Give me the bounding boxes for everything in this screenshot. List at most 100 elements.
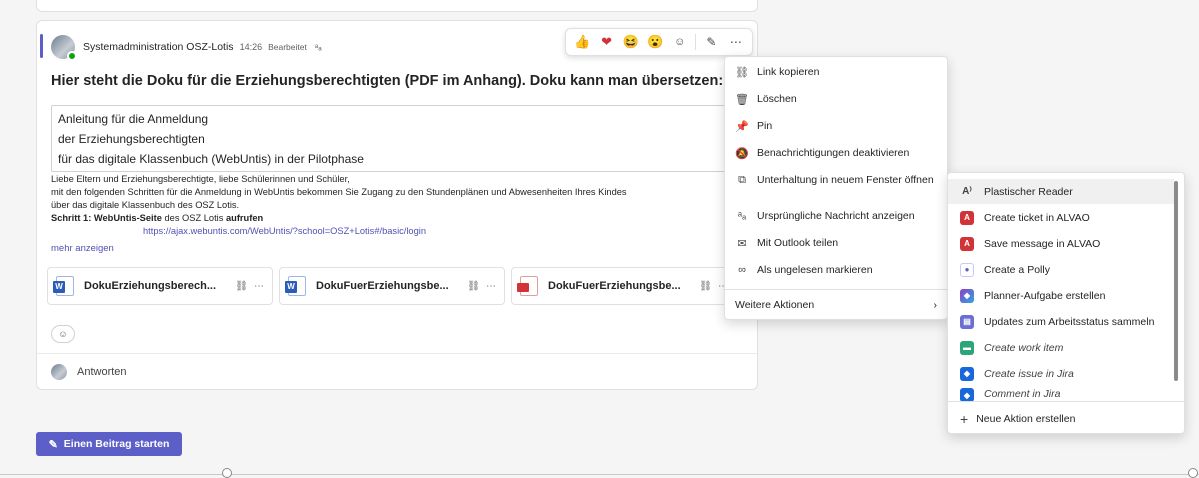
add-reaction-button[interactable]: ☺ [51, 325, 75, 343]
body-line: Liebe Eltern und Erziehungsberechtigte, … [51, 174, 350, 184]
quote-line: Anleitung für die Anmeldung [58, 112, 209, 126]
attachment-more-icon[interactable]: ⋯ [486, 281, 496, 292]
attachment-name: DokuFuerErziehungsbe... [548, 280, 681, 292]
menu-item-delete[interactable]: 🗑 Löschen [725, 86, 947, 112]
updates-icon: ▤ [960, 314, 974, 329]
quote-line: für das digitale Klassenbuch (WebUntis) … [58, 152, 364, 166]
create-new-action-button[interactable]: + Neue Aktion erstellen [948, 406, 1184, 431]
toolbar-divider [695, 34, 697, 50]
laugh-reaction-icon[interactable]: 😆 [622, 33, 640, 51]
attachment-card[interactable]: DokuFuerErziehungsbe... ⛓ ⋯ [279, 267, 505, 305]
menu-item-open-new-window[interactable]: ⧉ Unterhaltung in neuem Fenster öffnen [725, 167, 947, 193]
action-create-work-item[interactable]: ▬ Create work item [948, 335, 1174, 360]
copy-link-icon[interactable]: ⛓ [235, 281, 248, 292]
action-status-updates[interactable]: ▤ Updates zum Arbeitsstatus sammeln [948, 309, 1174, 334]
action-jira-comment[interactable]: ◆ Comment in Jira [948, 385, 1174, 401]
pdf-file-icon [517, 276, 538, 296]
menu-item-more-actions[interactable]: Weitere Aktionen › [725, 292, 947, 318]
post-subject: Hier steht die Doku für die Erziehungsbe… [51, 73, 724, 89]
action-planner-task[interactable]: ◆ Planner-Aufgabe erstellen [948, 283, 1174, 308]
compose-icon: ✎ [48, 438, 58, 451]
step-text: des OSZ Lotis [161, 213, 226, 223]
open-window-icon: ⧉ [738, 173, 746, 186]
like-reaction-icon[interactable]: 👍 [573, 33, 591, 51]
body-line: mit den folgenden Schritten für die Anme… [51, 187, 627, 197]
menu-item-share-outlook[interactable]: ✉ Mit Outlook teilen [725, 230, 947, 256]
chevron-right-icon: › [933, 299, 938, 311]
copy-link-icon[interactable]: ⛓ [699, 281, 712, 292]
menu-item-copy-link[interactable]: ⛓ Link kopieren [725, 59, 947, 85]
resize-handle[interactable] [222, 468, 232, 478]
plus-icon: + [960, 410, 969, 427]
post-body: Liebe Eltern und Erziehungsberechtigte, … [51, 173, 751, 255]
menu-item-mute-notifications[interactable]: 🔕 Benachrichtigungen deaktivieren [725, 140, 947, 166]
action-create-polly[interactable]: ● Create a Polly [948, 257, 1174, 282]
avatar[interactable] [51, 35, 77, 61]
polly-icon: ● [960, 262, 974, 277]
divider [0, 474, 1199, 475]
avatar [51, 364, 67, 380]
heart-reaction-icon[interactable]: ❤ [598, 33, 616, 51]
work-item-icon: ▬ [960, 340, 974, 355]
edit-pencil-icon[interactable]: ✎ [702, 33, 720, 51]
pin-icon: 📌 [735, 120, 749, 133]
menu-item-mark-unread[interactable]: ∞ Als ungelesen markieren [725, 257, 947, 283]
link-icon: ⛓ [735, 66, 749, 79]
trash-icon: 🗑 [735, 93, 749, 106]
jira-icon: ◆ [960, 388, 974, 401]
presence-available-icon [67, 51, 77, 61]
attachment-card[interactable]: DokuFuerErziehungsbe... ⛓ ⋯ [511, 267, 737, 305]
author-name[interactable]: Systemadministration OSZ-Lotis [83, 41, 234, 53]
copy-link-icon[interactable]: ⛓ [467, 281, 480, 292]
glasses-icon: ∞ [738, 264, 746, 276]
menu-item-show-original[interactable]: ᵃₐ Ursprüngliche Nachricht anzeigen [725, 203, 947, 229]
attachments: DokuErziehungsberech... ⛓ ⋯ DokuFuerErzi… [47, 267, 737, 305]
translate-icon: ᵃₐ [737, 210, 747, 222]
channel-post: Systemadministration OSZ-Lotis 14:26 Bea… [36, 20, 758, 390]
word-file-icon [285, 276, 306, 296]
more-options-icon[interactable]: ⋯ [727, 33, 745, 51]
formatted-text-block: Anleitung für die Anmeldung der Erziehun… [51, 105, 751, 172]
divider [37, 353, 757, 354]
resize-handle[interactable] [1188, 468, 1198, 478]
action-create-jira-issue[interactable]: ◆ Create issue in Jira [948, 361, 1174, 386]
menu-item-pin[interactable]: 📌 Pin [725, 113, 947, 139]
more-actions-submenu: A⁾ Plastischer Reader A Create ticket in A… [947, 172, 1185, 434]
divider [725, 289, 947, 290]
step-bold-text: WebUntis-Seite [93, 213, 162, 223]
previous-post-edge [36, 0, 758, 12]
webuntis-link[interactable]: https://ajax.webuntis.com/WebUntis/?scho… [51, 225, 751, 238]
attachment-name: DokuFuerErziehungsbe... [316, 280, 449, 292]
edited-label: Bearbeitet [268, 42, 307, 52]
alvao-icon: A [960, 236, 974, 251]
step-label: Schritt 1: [51, 213, 92, 223]
surprised-reaction-icon[interactable]: 😮 [646, 33, 664, 51]
add-reaction-icon[interactable]: ☺ [671, 33, 689, 51]
mail-icon: ✉ [737, 237, 747, 250]
body-line: über das digitale Klassenbuch des OSZ Lo… [51, 200, 240, 210]
alvao-icon: A [960, 210, 974, 225]
quote-line: der Erziehungsberechtigten [58, 132, 205, 146]
attachment-more-icon[interactable]: ⋯ [254, 281, 264, 292]
start-post-button[interactable]: ✎ Einen Beitrag starten [36, 432, 182, 456]
jira-icon: ◆ [960, 366, 974, 381]
action-alvao-ticket[interactable]: A Create ticket in ALVAO [948, 205, 1174, 230]
bell-off-icon: 🔕 [735, 147, 749, 160]
word-file-icon [53, 276, 74, 296]
message-context-menu: ⛓ Link kopieren 🗑 Löschen 📌 Pin 🔕 Benachrich… [724, 56, 948, 320]
show-more-link[interactable]: mehr anzeigen [51, 242, 751, 255]
immersive-reader-icon: A⁾ [962, 186, 972, 197]
scrollbar[interactable] [1174, 181, 1178, 381]
start-post-label: Einen Beitrag starten [63, 438, 170, 450]
attachment-name: DokuErziehungsberech... [84, 280, 217, 292]
action-immersive-reader[interactable]: A⁾ Plastischer Reader [948, 179, 1174, 204]
attachment-card[interactable]: DokuErziehungsberech... ⛓ ⋯ [47, 267, 273, 305]
reply-button[interactable]: Antworten [51, 364, 127, 380]
post-time: 14:26 [239, 42, 263, 52]
planner-icon: ◆ [960, 288, 974, 303]
step-bold-action: aufrufen [225, 213, 264, 223]
reaction-bar: 👍 ❤ 😆 😮 ☺ ✎ ⋯ [565, 28, 753, 56]
translate-icon: ᵃₐ [314, 42, 322, 52]
action-alvao-save[interactable]: A Save message in ALVAO [948, 231, 1174, 256]
unread-accent-bar [40, 34, 43, 58]
